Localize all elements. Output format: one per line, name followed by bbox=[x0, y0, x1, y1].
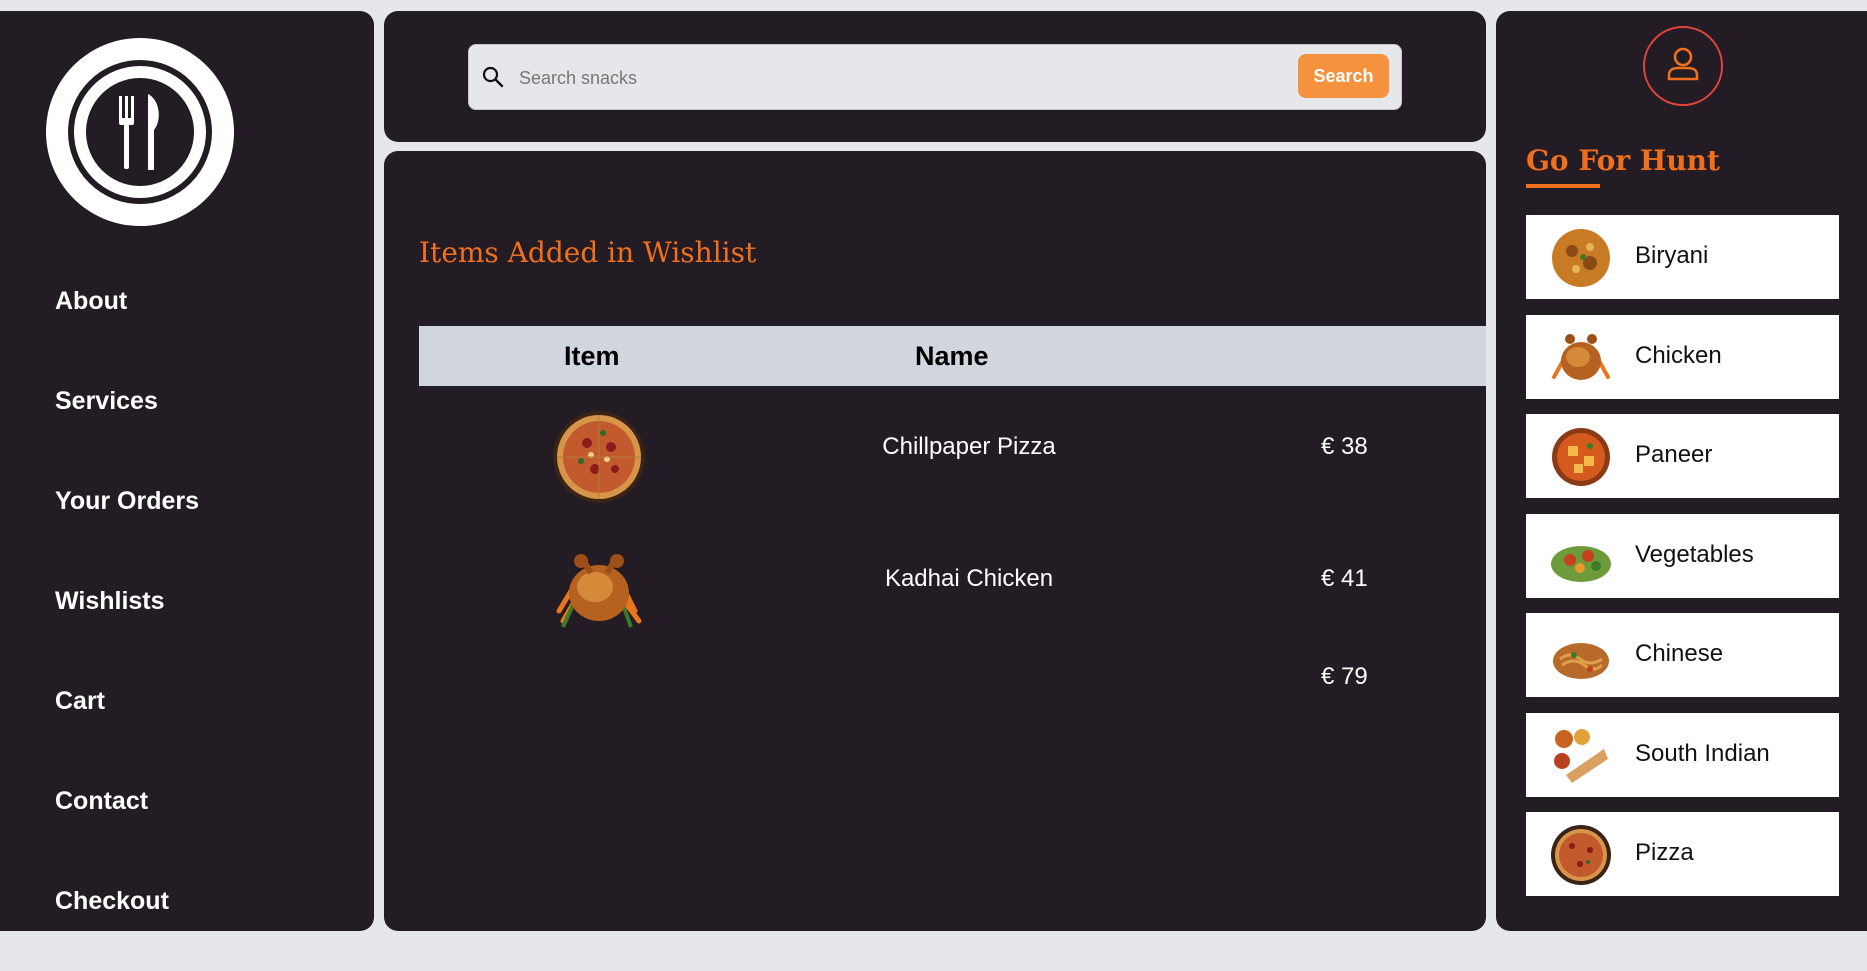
page-title: Items Added in Wishlist bbox=[419, 236, 757, 269]
wishlist-item-price: € 38 bbox=[1321, 433, 1368, 460]
category-label: South Indian bbox=[1635, 740, 1770, 767]
search-icon bbox=[481, 65, 505, 94]
chicken-image bbox=[1552, 334, 1610, 380]
column-header-item: Item bbox=[564, 341, 620, 371]
category-paneer[interactable]: Paneer bbox=[1526, 414, 1839, 498]
hunt-title: Go For Hunt bbox=[1526, 144, 1720, 177]
title-underline bbox=[1526, 184, 1600, 188]
category-pizza[interactable]: Pizza bbox=[1526, 812, 1839, 896]
category-label: Chicken bbox=[1635, 342, 1722, 369]
nav-contact[interactable]: Contact bbox=[55, 771, 199, 871]
wishlist-total: € 79 bbox=[1321, 663, 1368, 690]
search-input[interactable] bbox=[517, 59, 1301, 97]
category-south-indian[interactable]: South Indian bbox=[1526, 713, 1839, 797]
category-label: Pizza bbox=[1635, 839, 1694, 866]
table-row: Chillpaper Pizza € 38 bbox=[419, 393, 1486, 513]
table-header: Item Name bbox=[419, 326, 1486, 386]
south-indian-image bbox=[1554, 729, 1608, 783]
search-panel: Search bbox=[384, 11, 1486, 142]
nav-checkout[interactable]: Checkout bbox=[55, 871, 199, 971]
category-label: Biryani bbox=[1635, 242, 1709, 269]
category-label: Paneer bbox=[1635, 441, 1713, 468]
category-vegetables[interactable]: Vegetables bbox=[1526, 514, 1839, 598]
search-box: Search bbox=[468, 44, 1402, 110]
vegetables-image bbox=[1551, 546, 1611, 582]
nav-services[interactable]: Services bbox=[55, 371, 199, 471]
sidebar: About Services Your Orders Wishlists Car… bbox=[0, 11, 374, 931]
wishlist-item-name: Kadhai Chicken bbox=[884, 565, 1054, 592]
main-nav: About Services Your Orders Wishlists Car… bbox=[55, 271, 199, 971]
search-button[interactable]: Search bbox=[1298, 54, 1389, 98]
wishlist-item-name: Chillpaper Pizza bbox=[882, 433, 1056, 460]
biryani-image bbox=[1552, 229, 1610, 287]
category-chinese[interactable]: Chinese bbox=[1526, 613, 1839, 697]
wishlist-item-price: € 41 bbox=[1321, 565, 1368, 592]
chinese-image bbox=[1553, 643, 1609, 679]
roast-chicken-image bbox=[551, 541, 647, 637]
plate-fork-knife-icon[interactable] bbox=[46, 38, 234, 226]
column-header-name: Name bbox=[915, 341, 989, 371]
nav-cart[interactable]: Cart bbox=[55, 671, 199, 771]
category-chicken[interactable]: Chicken bbox=[1526, 315, 1839, 399]
pizza-image bbox=[551, 409, 647, 505]
category-biryani[interactable]: Biryani bbox=[1526, 215, 1839, 299]
right-panel: Go For Hunt Biryani Chicken Paneer Veget… bbox=[1496, 11, 1867, 931]
nav-about[interactable]: About bbox=[55, 271, 199, 371]
table-row: Kadhai Chicken € 41 bbox=[419, 525, 1486, 645]
user-icon[interactable] bbox=[1643, 26, 1723, 106]
category-label: Chinese bbox=[1635, 640, 1724, 667]
nav-your-orders[interactable]: Your Orders bbox=[55, 471, 199, 571]
nav-wishlists[interactable]: Wishlists bbox=[55, 571, 199, 671]
paneer-image bbox=[1552, 428, 1610, 486]
pizza-image bbox=[1551, 825, 1611, 885]
wishlist-panel: Items Added in Wishlist Item Name Chillp… bbox=[384, 151, 1486, 931]
category-label: Vegetables bbox=[1635, 541, 1754, 568]
